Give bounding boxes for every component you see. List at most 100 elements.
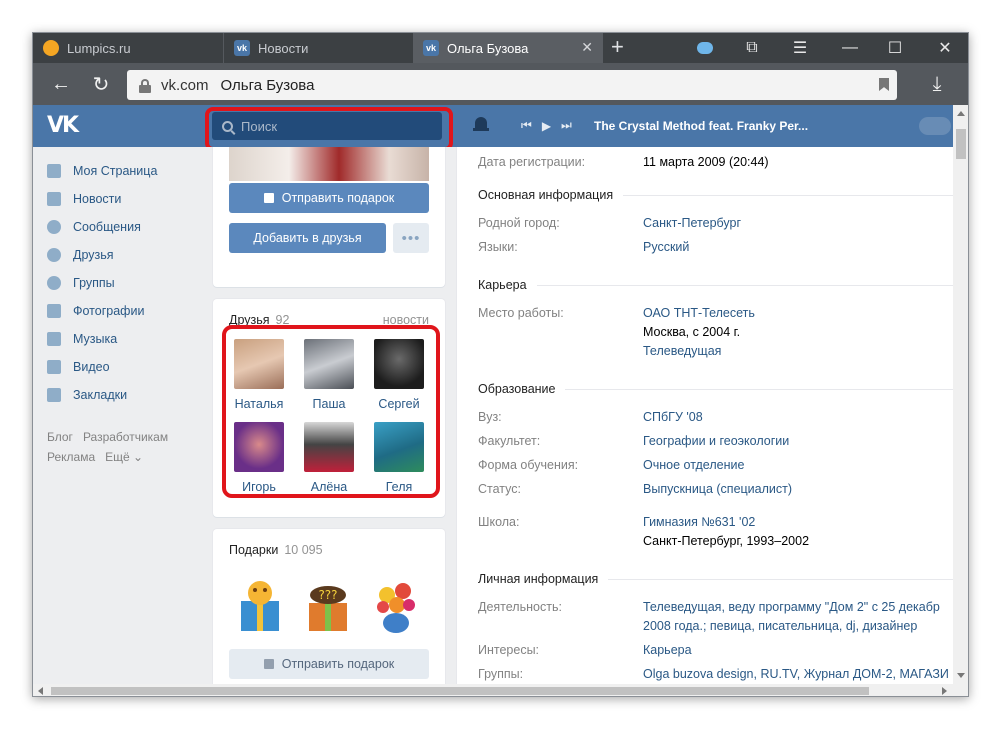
sidebar-item-photos[interactable]: Фотографии (47, 297, 217, 325)
flowers-icon[interactable] (369, 577, 423, 635)
activity-link-continued[interactable]: 2008 года.; певица, писательница, dj, ди… (643, 619, 917, 633)
scroll-thumb[interactable] (956, 129, 966, 159)
download-button[interactable]: ⤓ (923, 71, 951, 97)
add-friend-button[interactable]: Добавить в друзья (229, 223, 386, 253)
minimize-button[interactable]: — (833, 33, 867, 63)
weather-button[interactable] (688, 33, 722, 63)
back-button[interactable]: ← (47, 71, 75, 97)
hometown-link[interactable]: Санкт-Петербург (643, 216, 741, 230)
workplace-role-link[interactable]: Телеведущая (643, 344, 721, 358)
sidebar-item-label: Фотографии (73, 304, 145, 318)
footer-more-link[interactable]: Ещё ⌄ (105, 450, 143, 464)
vk-favicon-icon: vk (234, 40, 250, 56)
tab-olga-buzova[interactable]: vk Ольга Бузова ✕ (413, 33, 603, 63)
sidebar-item-messages[interactable]: Сообщения (47, 213, 217, 241)
groups-link[interactable]: Olga buzova design, RU.TV, Журнал ДОМ-2,… (643, 667, 949, 681)
faculty-label: Факультет: (478, 434, 541, 448)
close-tab-icon[interactable]: ✕ (581, 39, 593, 56)
sidebar-item-groups[interactable]: Группы (47, 269, 217, 297)
sidebar-item-label: Видео (73, 360, 110, 374)
status-label: Статус: (478, 482, 521, 496)
left-menu: Моя Страница Новости Сообщения Друзья Гр… (47, 157, 217, 467)
study-form-link[interactable]: Очное отделение (643, 458, 744, 472)
interests-label: Интересы: (478, 643, 540, 657)
video-icon (47, 360, 61, 374)
vertical-scrollbar[interactable] (953, 105, 968, 684)
gift-icon (263, 659, 274, 669)
scroll-thumb[interactable] (51, 687, 869, 695)
sidebar-item-bookmarks[interactable]: Закладки (47, 381, 217, 409)
sidebar-item-my-page[interactable]: Моя Страница (47, 157, 217, 185)
section-basic-info: Основная информация (478, 188, 953, 202)
tab-bar: Lumpics.ru vk Новости vk Ольга Бузова ✕ … (33, 33, 968, 63)
url-field[interactable]: vk.com Ольга Бузова (127, 70, 897, 100)
gift-box-icon[interactable] (233, 577, 287, 635)
groups-label: Группы: (478, 667, 524, 681)
vk-logo[interactable]: VK (47, 113, 83, 138)
audio-player-controls: ⏮ ▶ ⏭ (521, 118, 582, 133)
scroll-left-icon[interactable] (38, 687, 43, 695)
languages-link[interactable]: Русский (643, 240, 689, 254)
cloud-icon (697, 42, 713, 54)
next-track-icon[interactable]: ⏭ (561, 118, 572, 133)
gift-box-icon[interactable]: ??? (301, 577, 355, 635)
now-playing-track[interactable]: The Crystal Method feat. Franky Per... (594, 119, 808, 133)
interests-link[interactable]: Карьера (643, 643, 692, 657)
send-gift-label: Отправить подарок (281, 657, 395, 671)
sidebar-item-friends[interactable]: Друзья (47, 241, 217, 269)
camera-icon (47, 304, 61, 318)
menu-button[interactable]: ☰ (783, 33, 817, 63)
scroll-up-icon[interactable] (957, 111, 965, 116)
footer-dev-link[interactable]: Разработчикам (83, 430, 168, 444)
maximize-button[interactable]: ☐ (878, 33, 912, 63)
activity-link[interactable]: Телеведущая, веду программу "Дом 2" с 25… (643, 600, 940, 614)
user-avatar[interactable] (919, 117, 951, 135)
more-actions-button[interactable]: ••• (393, 223, 429, 253)
reload-button[interactable]: ↻ (87, 71, 115, 97)
sidebar-item-music[interactable]: Музыка (47, 325, 217, 353)
previous-track-icon[interactable]: ⏮ (521, 118, 532, 133)
scroll-down-icon[interactable] (957, 673, 965, 678)
music-icon (47, 332, 61, 346)
tab-lumpics[interactable]: Lumpics.ru (33, 33, 223, 63)
section-title: Образование (478, 382, 556, 396)
close-window-button[interactable]: ✕ (928, 33, 962, 63)
section-title: Карьера (478, 278, 527, 292)
bookmark-icon[interactable] (879, 78, 889, 91)
footer-ads-link[interactable]: Реклама (47, 450, 95, 464)
bell-icon[interactable] (473, 117, 489, 134)
scroll-right-icon[interactable] (942, 687, 947, 695)
workplace-link[interactable]: ОАО ТНТ-Телесеть (643, 306, 755, 320)
address-bar: ← ↻ vk.com Ольга Бузова ⤓ (33, 63, 968, 105)
messages-icon (47, 220, 61, 234)
friends-highlight-frame (222, 325, 440, 498)
play-icon[interactable]: ▶ (542, 119, 551, 133)
search-highlight-frame (205, 107, 453, 151)
gifts-title: Подарки (229, 543, 279, 557)
gifts-header[interactable]: Подарки 10 095 (229, 543, 323, 557)
status-link[interactable]: Выпускница (специалист) (643, 482, 792, 496)
new-tab-button[interactable]: + (611, 36, 624, 58)
section-personal-info: Личная информация (478, 572, 953, 586)
footer-blog-link[interactable]: Блог (47, 430, 73, 444)
school-link[interactable]: Гимназия №631 '02 (643, 515, 755, 529)
university-label: Вуз: (478, 410, 502, 424)
url-page-title: Ольга Бузова (220, 76, 315, 94)
lumpics-favicon-icon (43, 40, 59, 56)
bookmarks-button[interactable]: ⧉ (735, 33, 769, 63)
university-link[interactable]: СПбГУ '08 (643, 410, 703, 424)
tab-news[interactable]: vk Новости (223, 33, 413, 63)
send-gift-button-secondary[interactable]: Отправить подарок (229, 649, 429, 679)
home-icon (47, 164, 61, 178)
vk-header: VK Поиск ⏮ ▶ ⏭ The Crystal Method feat. … (33, 105, 953, 147)
sidebar-item-news[interactable]: Новости (47, 185, 217, 213)
sidebar-item-video[interactable]: Видео (47, 353, 217, 381)
send-gift-button[interactable]: Отправить подарок (229, 183, 429, 213)
groups-icon (47, 276, 61, 290)
profile-photo[interactable] (229, 147, 429, 181)
sidebar-item-label: Друзья (73, 248, 114, 262)
faculty-link[interactable]: Географии и геоэкологии (643, 434, 789, 448)
url-domain: vk.com (161, 76, 209, 94)
section-title: Основная информация (478, 188, 614, 202)
horizontal-scrollbar[interactable] (33, 684, 968, 696)
